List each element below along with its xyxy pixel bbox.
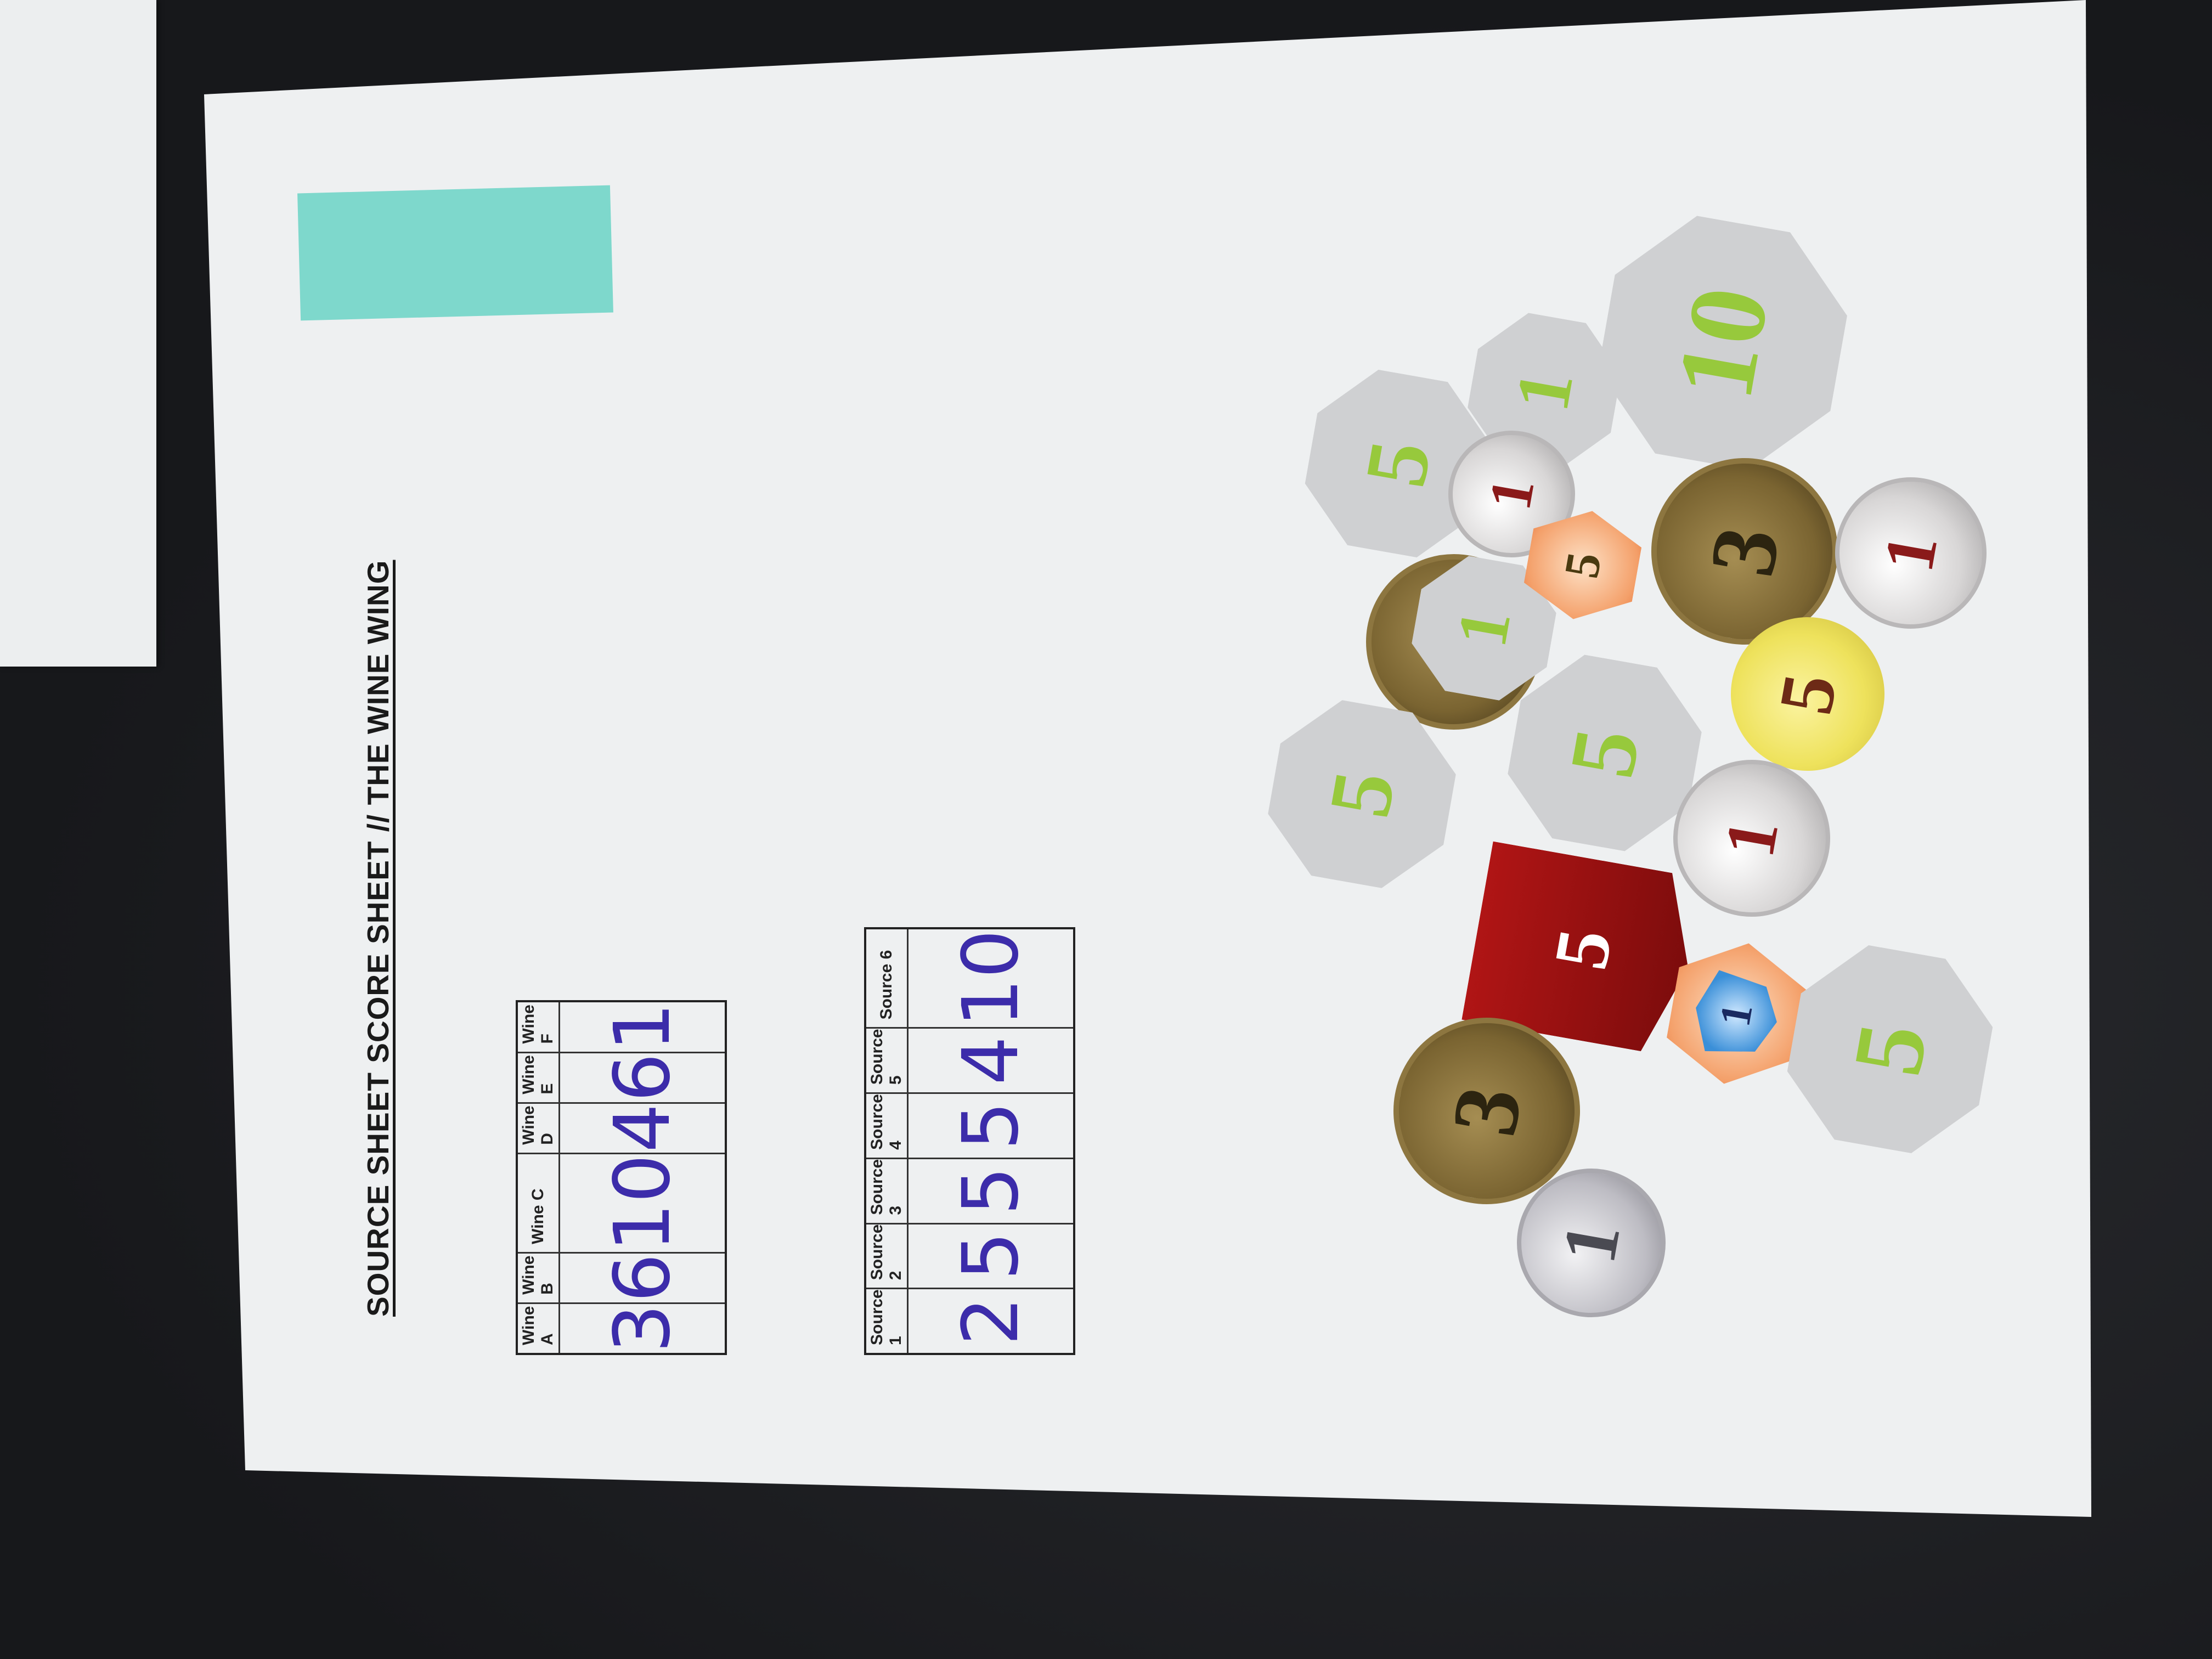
wine-header-cell: Wine D: [517, 1103, 560, 1154]
source-header-cell: Source 5: [865, 1028, 908, 1093]
source-header-cell: Source 6: [865, 928, 908, 1028]
source-value-cell: 5: [907, 1158, 1074, 1224]
sheet-title: SOURCE SHEET SCORE SHEET // THE WINE WIN…: [361, 560, 395, 1317]
wine-header-cell: Wine F: [517, 1001, 560, 1053]
wine-header-cell: Wine E: [517, 1052, 560, 1103]
wine-header-cell: Wine C: [517, 1153, 560, 1253]
wine-value-cell: 4: [559, 1103, 726, 1154]
source-header-cell: Source 4: [865, 1093, 908, 1159]
wine-value-cell: 1: [559, 1001, 726, 1053]
wine-value-cell: 10: [559, 1153, 726, 1253]
wine-header-row: Wine A Wine B Wine C Wine D Wine E Wine …: [517, 1001, 560, 1354]
wine-value-cell: 6: [559, 1052, 726, 1103]
wine-table: Wine A Wine B Wine C Wine D Wine E Wine …: [516, 1000, 727, 1355]
source-header-row: Source 1 Source 2 Source 3 Source 4 Sour…: [865, 928, 908, 1354]
source-header-cell: Source 3: [865, 1158, 908, 1224]
wine-header-cell: Wine B: [517, 1252, 560, 1304]
source-value-cell: 5: [907, 1223, 1074, 1289]
source-header-cell: Source 1: [865, 1288, 908, 1354]
source-value-cell: 2: [907, 1288, 1074, 1354]
source-value-cell: 10: [907, 928, 1074, 1028]
wine-value-cell: 3: [559, 1303, 726, 1354]
source-header-cell: Source 2: [865, 1223, 908, 1289]
wine-value-cell: 6: [559, 1252, 726, 1304]
adjacent-paper-sheet: [0, 0, 156, 667]
title-container: SOURCE SHEET SCORE SHEET // THE WINE WIN…: [360, 560, 396, 1317]
source-value-row: 2 5 5 5 4 10: [907, 928, 1074, 1354]
source-value-cell: 5: [907, 1093, 1074, 1159]
teal-tape-strip: [297, 185, 613, 321]
source-value-cell: 4: [907, 1028, 1074, 1093]
wine-header-cell: Wine A: [517, 1303, 560, 1354]
wine-value-row: 3 6 10 4 6 1: [559, 1001, 726, 1354]
source-table: Source 1 Source 2 Source 3 Source 4 Sour…: [864, 927, 1075, 1355]
